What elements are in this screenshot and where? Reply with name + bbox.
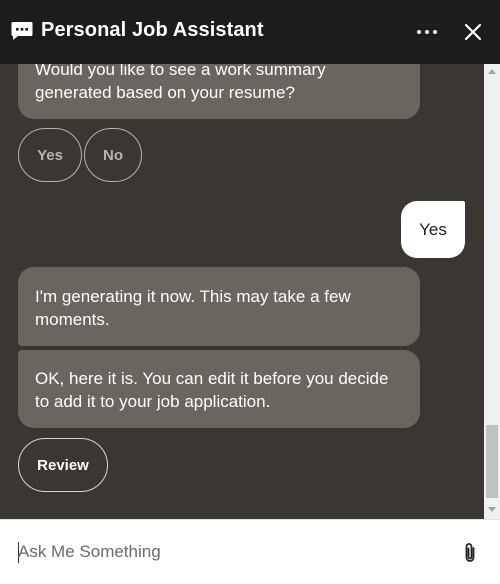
chat-bubble-icon — [11, 22, 33, 40]
scroll-up-arrow-icon[interactable] — [488, 69, 496, 74]
scrollbar-thumb[interactable] — [486, 425, 498, 498]
bot-message: OK, here it is. You can edit it before y… — [18, 350, 420, 428]
chat-header: Personal Job Assistant — [0, 0, 500, 64]
message-composer — [0, 519, 500, 584]
conversation-scrollbar[interactable] — [484, 64, 500, 519]
review-button[interactable]: Review — [18, 438, 108, 492]
bot-message: I'm generating it now. This may take a f… — [18, 267, 420, 346]
quick-reply-yes-button[interactable]: Yes — [18, 128, 82, 182]
user-message: Yes — [401, 201, 465, 258]
paperclip-icon[interactable] — [460, 542, 480, 564]
more-horizontal-icon[interactable] — [414, 22, 440, 42]
close-icon[interactable] — [462, 21, 484, 43]
bot-message: Would you like to see a work summary gen… — [18, 64, 420, 119]
conversation-pane[interactable]: Would you like to see a work summary gen… — [0, 64, 484, 519]
scroll-down-arrow-icon[interactable] — [488, 507, 496, 512]
message-input[interactable] — [18, 536, 438, 568]
chat-title: Personal Job Assistant — [41, 19, 264, 41]
quick-reply-no-button[interactable]: No — [84, 128, 142, 182]
